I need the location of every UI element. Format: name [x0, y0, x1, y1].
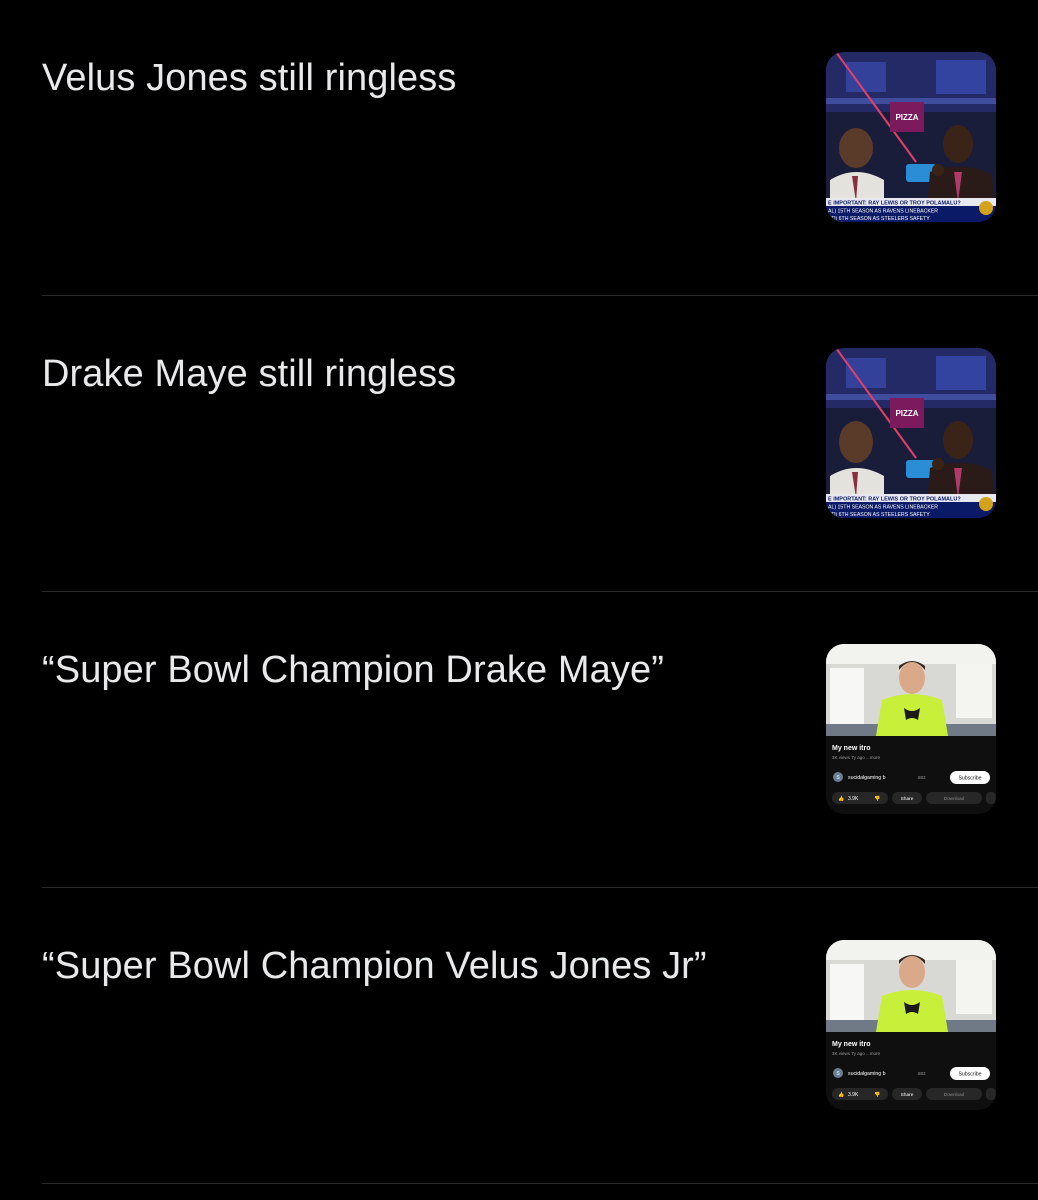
post-row[interactable]: Velus Jones still ringless PIZZA E IMPOR… [42, 0, 1038, 296]
share-label: Share [901, 1092, 914, 1098]
sign-text: PIZZA [895, 409, 918, 418]
video-title: My new itro [832, 1041, 871, 1048]
like-count: 3.9K [848, 1092, 859, 1098]
share-label: Share [901, 796, 914, 802]
broadcast-image: PIZZA E IMPORTANT: RAY LEWIS OR TROY POL… [826, 52, 996, 222]
post-thumbnail[interactable]: My new itro 3K views 7y ago ...more S su… [826, 644, 996, 814]
ticker-line-2: AL) 15TH SEASON AS RAVENS LINEBACKER [828, 505, 938, 511]
dislike-icon: 👎 [874, 1091, 880, 1098]
download-label: Download [944, 796, 965, 801]
ticker-line-3: ND) 6TH SEASON AS STEELERS SAFETY [828, 216, 930, 222]
channel-name: sucidalgaming b [848, 775, 886, 781]
channel-name: sucidalgaming b [848, 1071, 886, 1077]
video-meta: 3K views 7y ago ...more [832, 755, 881, 760]
download-label: Download [944, 1092, 965, 1097]
post-text: Drake Maye still ringless [42, 353, 457, 395]
like-icon: 👍 [838, 1091, 844, 1098]
post-row[interactable]: “Super Bowl Champion Velus Jones Jr” My … [42, 888, 1038, 1184]
post-thumbnail[interactable]: PIZZA E IMPORTANT: RAY LEWIS OR TROY POL… [826, 52, 996, 222]
post-feed: Velus Jones still ringless PIZZA E IMPOR… [0, 0, 1038, 1200]
post-row[interactable]: Drake Maye still ringless PIZZA E IMPORT… [42, 296, 1038, 592]
video-meta: 3K views 7y ago ...more [832, 1051, 881, 1056]
broadcast-image: PIZZA E IMPORTANT: RAY LEWIS OR TROY POL… [826, 348, 996, 518]
post-row[interactable]: “Super Bowl Champion Drake Maye” My new … [42, 592, 1038, 888]
subscribe-label: Subscribe [958, 776, 981, 782]
video-title: My new itro [832, 745, 871, 752]
ticker-line-2: AL) 15TH SEASON AS RAVENS LINEBACKER [828, 209, 938, 215]
post-text: Velus Jones still ringless [42, 57, 457, 99]
post-thumbnail[interactable]: My new itro 3K views 7y ago ...more S su… [826, 940, 996, 1110]
subscriber-count: 883 [918, 1071, 926, 1076]
subscribe-label: Subscribe [958, 1072, 981, 1078]
logo-icon [979, 201, 993, 215]
post-text: “Super Bowl Champion Drake Maye” [42, 649, 664, 691]
subscriber-count: 883 [918, 775, 926, 780]
like-count: 3.9K [848, 796, 859, 802]
video-screenshot-image: My new itro 3K views 7y ago ...more S su… [826, 940, 996, 1110]
like-icon: 👍 [838, 795, 844, 802]
ticker-line-3: ND) 6TH SEASON AS STEELERS SAFETY [828, 512, 930, 518]
ticker-line-1: E IMPORTANT: RAY LEWIS OR TROY POLAMALU? [828, 201, 961, 207]
ticker-line-1: E IMPORTANT: RAY LEWIS OR TROY POLAMALU? [828, 497, 961, 503]
dislike-icon: 👎 [874, 795, 880, 802]
sign-text: PIZZA [895, 113, 918, 122]
post-thumbnail[interactable]: PIZZA E IMPORTANT: RAY LEWIS OR TROY POL… [826, 348, 996, 518]
post-text: “Super Bowl Champion Velus Jones Jr” [42, 945, 707, 987]
logo-icon [979, 497, 993, 511]
video-screenshot-image: My new itro 3K views 7y ago ...more S su… [826, 644, 996, 814]
